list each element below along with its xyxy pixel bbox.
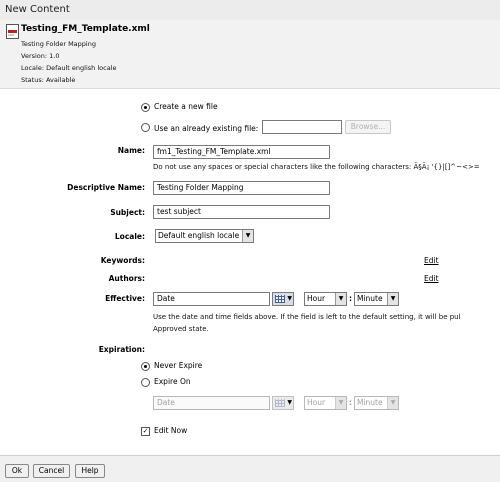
calendar-icon — [275, 295, 285, 303]
window-title: New Content — [5, 4, 70, 15]
subject-label: Subject: — [110, 208, 145, 217]
chevron-down-icon: ▼ — [287, 399, 292, 406]
expire-hour-value: Hour — [307, 398, 326, 407]
file-locale: Locale: Default english locale — [21, 64, 117, 72]
file-name: Testing_FM_Template.xml — [21, 24, 150, 34]
chevron-down-icon: ▼ — [387, 397, 398, 409]
expire-calendar-button[interactable]: ▼ — [272, 396, 294, 410]
effective-minute-value: Minute — [357, 294, 383, 303]
keywords-edit-link[interactable]: Edit — [424, 256, 439, 265]
expire-on-label: Expire On — [154, 377, 191, 386]
xml-file-icon — [6, 24, 19, 39]
use-existing-radio[interactable] — [141, 123, 150, 132]
create-new-label: Create a new file — [154, 102, 218, 111]
effective-label: Effective: — [105, 294, 145, 303]
browse-button[interactable]: Browse... — [345, 120, 391, 134]
file-info-panel: Testing_FM_Template.xml Testing Folder M… — [0, 20, 500, 89]
name-input[interactable]: fm1_Testing_FM_Template.xml — [153, 145, 330, 159]
effective-hour-value: Hour — [307, 294, 326, 303]
existing-file-input[interactable] — [262, 120, 342, 134]
effective-help-line1: Use the date and time fields above. If t… — [153, 313, 461, 321]
effective-hour-select[interactable]: Hour ▼ — [304, 292, 347, 306]
effective-calendar-button[interactable]: ▼ — [272, 292, 294, 306]
time-separator: : — [349, 294, 352, 303]
chevron-down-icon: ▼ — [242, 230, 253, 242]
authors-edit-link[interactable]: Edit — [424, 274, 439, 283]
chevron-down-icon: ▼ — [387, 293, 398, 305]
expire-minute-select[interactable]: Minute ▼ — [354, 396, 399, 410]
locale-select[interactable]: Default english locale ▼ — [155, 229, 254, 243]
effective-minute-select[interactable]: Minute ▼ — [354, 292, 399, 306]
expire-on-radio[interactable] — [141, 378, 150, 387]
expire-hour-select[interactable]: Hour ▼ — [304, 396, 347, 410]
effective-help-line2: Approved state. — [153, 325, 209, 333]
descriptive-name-input[interactable]: Testing Folder Mapping — [153, 181, 330, 195]
authors-label: Authors: — [108, 274, 145, 283]
chevron-down-icon: ▼ — [287, 295, 292, 302]
locale-selected-value: Default english locale — [158, 231, 240, 240]
name-help-text: Do not use any spaces or special charact… — [153, 163, 480, 171]
file-status: Status: Available — [21, 76, 76, 84]
never-expire-radio[interactable] — [141, 362, 150, 371]
edit-now-checkbox[interactable]: ✓ — [141, 427, 150, 436]
expiration-label: Expiration: — [98, 345, 145, 354]
never-expire-label: Never Expire — [154, 361, 203, 370]
help-button[interactable]: Help — [75, 464, 105, 478]
expire-date-input[interactable]: Date — [153, 396, 270, 410]
ok-button[interactable]: Ok — [5, 464, 29, 478]
expire-minute-value: Minute — [357, 398, 383, 407]
footer-bar: Ok Cancel Help — [0, 455, 500, 482]
window-titlebar: New Content — [0, 0, 500, 21]
effective-date-input[interactable]: Date — [153, 292, 270, 306]
name-label: Name: — [117, 146, 145, 155]
edit-now-label: Edit Now — [154, 426, 188, 435]
descriptive-name-label: Descriptive Name: — [67, 183, 145, 192]
time-separator: : — [349, 398, 352, 407]
chevron-down-icon: ▼ — [335, 293, 346, 305]
cancel-button[interactable]: Cancel — [33, 464, 70, 478]
keywords-label: Keywords: — [100, 256, 145, 265]
calendar-icon — [275, 399, 285, 407]
locale-label: Locale: — [114, 232, 145, 241]
chevron-down-icon: ▼ — [335, 397, 346, 409]
use-existing-label: Use an already existing file: — [154, 124, 259, 133]
create-new-radio[interactable] — [141, 103, 150, 112]
file-version: Version: 1.0 — [21, 52, 60, 60]
file-description: Testing Folder Mapping — [21, 40, 96, 48]
subject-input[interactable]: test subject — [153, 205, 330, 219]
